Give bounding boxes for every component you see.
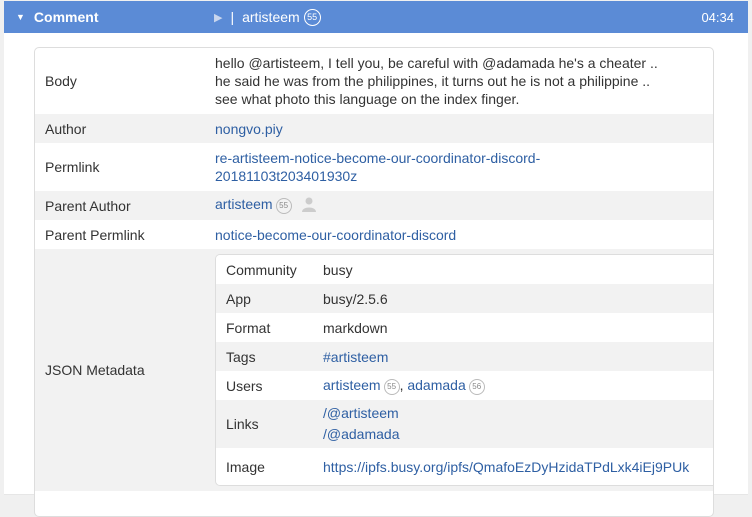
meta-key: Links [226,416,259,432]
permlink-line[interactable]: re-artisteem-notice-become-our-coordinat… [215,149,713,167]
meta-key: Users [226,377,263,394]
separator: | [230,9,235,25]
permlink-line[interactable]: 20181103t203401930z [215,167,713,185]
parent-author-link[interactable]: artisteem [215,196,273,212]
user-link[interactable]: artisteem [323,377,381,393]
section-toggle[interactable]: ▼ Comment [4,9,214,25]
meta-key: Community [226,261,297,278]
meta-key: Tags [226,348,256,365]
meta-row-tags: Tags #artisteem [216,342,713,371]
body-line: he said he was from the philippines, it … [215,73,651,89]
play-icon: ▶ [214,11,223,24]
row-permlink: Permlink re-artisteem-notice-become-our-… [35,143,713,191]
meta-value: busy/2.5.6 [323,290,388,307]
row-parent-permlink: Parent Permlink notice-become-our-coordi… [35,220,713,249]
user-icon [301,196,317,216]
user-link[interactable]: adamada [407,377,465,393]
row-body: Body hello @artisteem, I tell you, be ca… [35,48,713,114]
row-author: Author nongvo.piy [35,114,713,143]
comment-panel: Body hello @artisteem, I tell you, be ca… [4,33,748,517]
row-json-metadata: JSON Metadata Community busy App busy/2.… [35,249,713,491]
caret-down-icon: ▼ [16,12,25,22]
list-separator: , [399,377,404,393]
metadata-table: Community busy App busy/2.5.6 Format mar… [215,254,713,486]
reputation-badge: 55 [383,379,400,395]
row-parent-author: Parent Author artisteem 55 [35,191,713,220]
tag-link[interactable]: #artisteem [323,349,388,365]
parent-permlink-label: Parent Permlink [45,226,145,243]
reputation-badge: 56 [468,379,485,395]
permlink-label: Permlink [45,159,100,175]
meta-row-app: App busy/2.5.6 [216,284,713,313]
details-table: Body hello @artisteem, I tell you, be ca… [35,48,713,491]
meta-key: Format [226,319,271,336]
meta-row-format: Format markdown [216,313,713,342]
image-link[interactable]: https://ipfs.busy.org/ipfs/QmafoEzDyHzid… [323,459,689,475]
meta-key: App [226,290,251,307]
author-link[interactable]: nongvo.piy [215,121,283,137]
details-card: Body hello @artisteem, I tell you, be ca… [34,47,714,517]
author-label: Author [45,120,87,137]
meta-value: busy [323,261,353,278]
json-metadata-label: JSON Metadata [45,362,145,378]
meta-row-image: Image https://ipfs.busy.org/ipfs/QmafoEz… [216,448,713,485]
meta-value: markdown [323,319,388,336]
meta-row-users: Users artisteem 55, adamada 56 [216,371,713,400]
body-line: see what photo this language on the inde… [215,91,520,107]
reputation-badge: 55 [275,198,292,214]
section-title: Comment [33,9,99,25]
reputation-badge: 55 [303,8,321,26]
meta-row-links: Links /@artisteem /@adamada [216,400,713,448]
comment-header[interactable]: ▼ Comment ▶ | artisteem 55 04:34 [4,1,748,33]
metadata-link[interactable]: /@adamada [323,424,703,445]
parent-author-label: Parent Author [45,197,131,214]
body-label: Body [45,73,77,89]
meta-key: Image [226,458,265,475]
parent-permlink-link[interactable]: notice-become-our-coordinator-discord [215,227,456,243]
body-value: hello @artisteem, I tell you, be careful… [205,48,713,114]
body-line: hello @artisteem, I tell you, be careful… [215,55,658,71]
timestamp: 04:34 [701,9,734,25]
meta-row-community: Community busy [216,255,713,284]
metadata-link[interactable]: /@artisteem [323,403,703,424]
permlink-link[interactable]: re-artisteem-notice-become-our-coordinat… [205,143,713,191]
header-author[interactable]: artisteem [242,9,300,25]
